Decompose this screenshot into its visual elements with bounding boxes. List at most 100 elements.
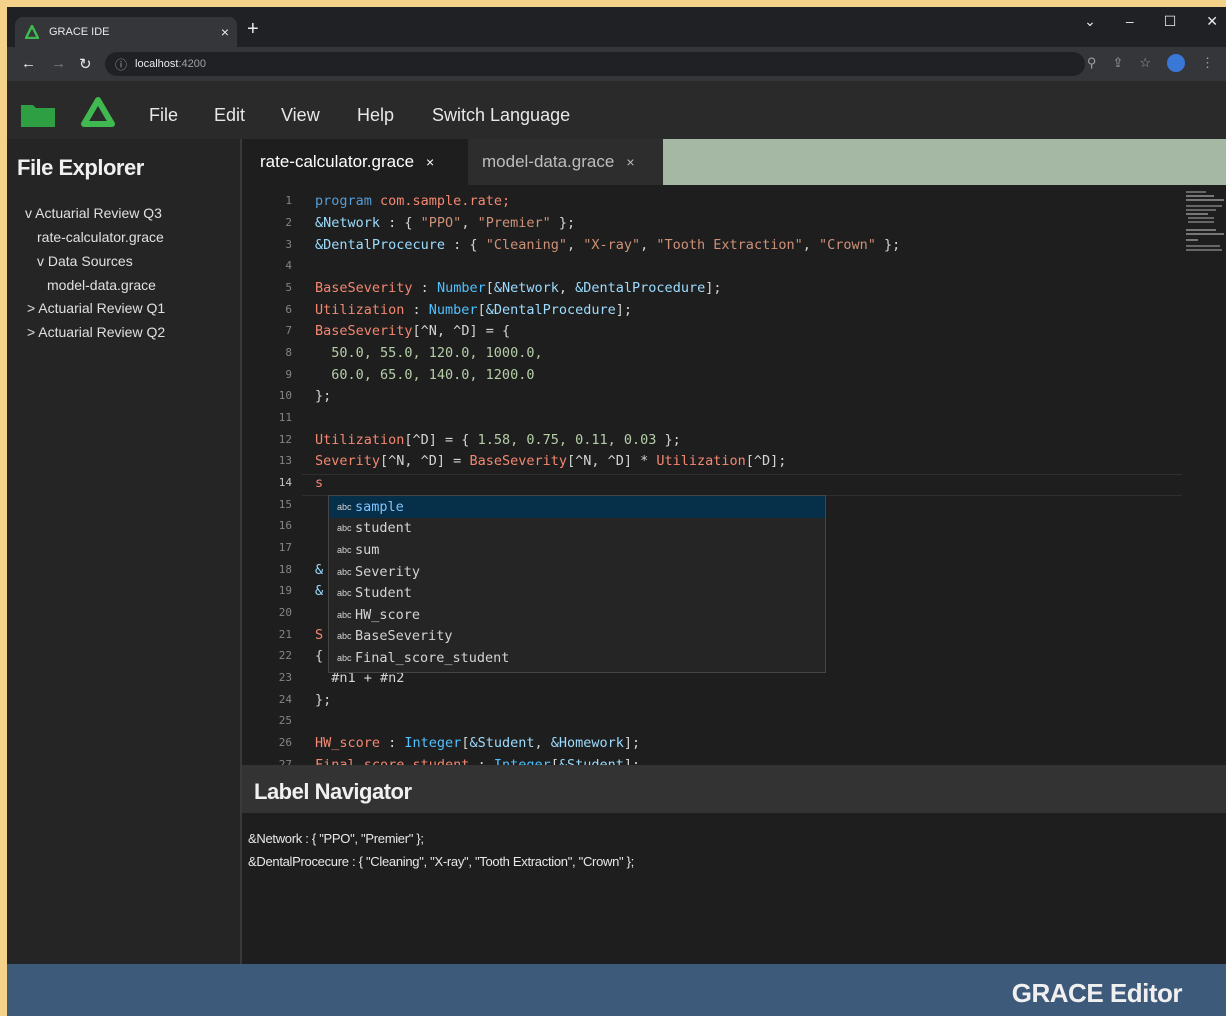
tab-label: model-data.grace xyxy=(482,152,615,171)
line-number: 5 xyxy=(285,281,292,294)
tree-item-actuarial-review-q2[interactable]: > Actuarial Review Q2 xyxy=(27,324,165,340)
line-number: 3 xyxy=(285,238,292,251)
code-line: s xyxy=(315,475,324,491)
line-number: 1 xyxy=(285,194,292,207)
zoom-icon[interactable]: ⚲ xyxy=(1087,55,1097,71)
label-navigator-header: Label Navigator xyxy=(242,765,1226,813)
line-number: 16 xyxy=(278,519,292,532)
line-number: 18 xyxy=(278,563,292,576)
text-kind-icon: abc xyxy=(337,631,352,642)
code-line: S xyxy=(315,627,324,643)
line-number: 27 xyxy=(278,758,292,765)
suggestion-item[interactable]: abc Student xyxy=(329,582,825,604)
tree-item-model-data[interactable]: model-data.grace xyxy=(47,277,156,293)
code-line: Severity[^N, ^D] = BaseSeverity[^N, ^D] … xyxy=(315,453,787,469)
share-icon[interactable]: ⇪ xyxy=(1112,55,1123,71)
code-line: Utilization[^D] = { 1.58, 0.75, 0.11, 0.… xyxy=(315,432,681,448)
tab-close-icon[interactable]: × xyxy=(626,154,634,170)
suggestion-item[interactable]: abc BaseSeverity xyxy=(329,626,825,648)
line-number: 12 xyxy=(278,433,292,446)
current-line-highlight xyxy=(302,474,1182,496)
profile-avatar[interactable] xyxy=(1167,54,1185,72)
code-line: BaseSeverity[^N, ^D] = { xyxy=(315,323,511,339)
folder-icon[interactable] xyxy=(21,103,55,127)
line-number: 13 xyxy=(278,454,292,467)
suggestion-item[interactable]: abc HW_score xyxy=(329,604,825,626)
code-line: Final_score_student : Integer[&Student]; xyxy=(315,757,641,765)
tree-item-actuarial-review-q1[interactable]: > Actuarial Review Q1 xyxy=(27,300,165,316)
suggestion-item[interactable]: abc student xyxy=(329,518,825,540)
menu-view[interactable]: View xyxy=(281,105,320,126)
code-line: & xyxy=(315,562,324,578)
new-tab-button[interactable]: + xyxy=(247,19,259,39)
tree-item-rate-calculator[interactable]: rate-calculator.grace xyxy=(37,229,164,245)
line-number: 22 xyxy=(278,649,292,662)
label-network[interactable]: &Network : { "PPO", "Premier" }; xyxy=(248,831,424,846)
line-number: 17 xyxy=(278,541,292,554)
tree-item-data-sources[interactable]: v Data Sources xyxy=(37,253,133,269)
autocomplete-suggestions: abc sample abc student abc sum abc Severity … xyxy=(328,495,826,673)
menu-edit[interactable]: Edit xyxy=(214,105,245,126)
editor-tab-bar: rate-calculator.grace × model-data.grace… xyxy=(242,139,1226,185)
line-number: 11 xyxy=(278,411,292,424)
line-number: 6 xyxy=(285,303,292,316)
file-explorer: File Explorer v Actuarial Review Q3 rate… xyxy=(7,139,242,964)
browser-tab[interactable]: GRACE IDE × xyxy=(15,17,237,47)
line-number: 26 xyxy=(278,736,292,749)
reload-icon[interactable]: ↻ xyxy=(79,55,92,73)
menu-file[interactable]: File xyxy=(149,105,178,126)
forward-arrow-icon[interactable]: → xyxy=(51,55,66,72)
tab-model-data[interactable]: model-data.grace × xyxy=(468,139,663,185)
line-number: 14 xyxy=(278,476,292,489)
menu-help[interactable]: Help xyxy=(357,105,394,126)
text-kind-icon: abc xyxy=(337,566,352,577)
minimize-button[interactable]: – xyxy=(1126,13,1134,30)
text-kind-icon: abc xyxy=(337,501,352,512)
line-number: 8 xyxy=(285,346,292,359)
close-window-button[interactable]: ✕ xyxy=(1206,13,1218,30)
text-kind-icon: abc xyxy=(337,588,352,599)
browser-menu-icon[interactable]: ⋮ xyxy=(1201,55,1214,71)
minimap[interactable] xyxy=(1184,189,1226,255)
code-line: }; xyxy=(315,388,332,404)
tab-close-icon[interactable]: × xyxy=(426,154,434,170)
toolbar-icons: ⚲ ⇪ ☆ ⋮ xyxy=(1087,54,1214,72)
code-line: & xyxy=(315,583,324,599)
line-number: 25 xyxy=(278,714,292,727)
tab-search-icon[interactable]: ⌄ xyxy=(1084,13,1096,30)
browser-tab-strip: GRACE IDE × + ⌄ – ☐ ✕ xyxy=(7,7,1226,47)
bookmark-star-icon[interactable]: ☆ xyxy=(1139,55,1151,71)
line-number: 20 xyxy=(278,606,292,619)
text-kind-icon: abc xyxy=(337,652,352,663)
suggestion-item[interactable]: abc sum xyxy=(329,539,825,561)
grace-logo-icon xyxy=(25,25,39,39)
code-line: &Network : { "PPO", "Premier" }; xyxy=(315,215,576,231)
suggestion-item[interactable]: abc Severity xyxy=(329,561,825,583)
suggestion-item[interactable]: abc Final_score_student xyxy=(329,647,825,669)
text-kind-icon: abc xyxy=(337,544,352,555)
line-number: 10 xyxy=(278,389,292,402)
address-bar[interactable]: ⓘ localhost:4200 xyxy=(105,52,1085,76)
code-line: Utilization : Number[&DentalProcedure]; xyxy=(315,302,633,318)
label-dental-procedure[interactable]: &DentalProcecure : { "Cleaning", "X-ray"… xyxy=(248,854,634,869)
code-line: &DentalProcecure : { "Cleaning", "X-ray"… xyxy=(315,237,901,253)
code-line: HW_score : Integer[&Student, &Homework]; xyxy=(315,735,641,751)
browser-tab-close-icon[interactable]: × xyxy=(221,24,229,40)
screen: GRACE IDE × + ⌄ – ☐ ✕ ← → ↻ ⓘ localhost:… xyxy=(7,7,1226,1016)
label-navigator: Label Navigator &Network : { "PPO", "Pre… xyxy=(242,765,1226,964)
info-icon[interactable]: ⓘ xyxy=(115,56,127,73)
url-host: localhost xyxy=(135,58,179,70)
menu-switch-language[interactable]: Switch Language xyxy=(432,105,570,126)
grace-logo-icon[interactable] xyxy=(81,97,115,127)
line-number: 4 xyxy=(285,259,292,272)
code-editor[interactable]: 1 2 3 4 5 6 7 8 9 10 11 12 13 14 15 16 1… xyxy=(242,185,1226,765)
app-menu-bar: File Edit View Help Switch Language xyxy=(7,81,1226,139)
code-line: }; xyxy=(315,692,332,708)
maximize-button[interactable]: ☐ xyxy=(1164,13,1177,30)
back-arrow-icon[interactable]: ← xyxy=(21,55,36,72)
tab-rate-calculator[interactable]: rate-calculator.grace × xyxy=(242,139,468,185)
label-navigator-title: Label Navigator xyxy=(254,779,412,804)
suggestion-item[interactable]: abc sample xyxy=(329,496,825,518)
browser-toolbar: ← → ↻ ⓘ localhost:4200 ⚲ ⇪ ☆ ⋮ xyxy=(7,47,1226,81)
tree-item-actuarial-review-q3[interactable]: v Actuarial Review Q3 xyxy=(25,205,162,221)
